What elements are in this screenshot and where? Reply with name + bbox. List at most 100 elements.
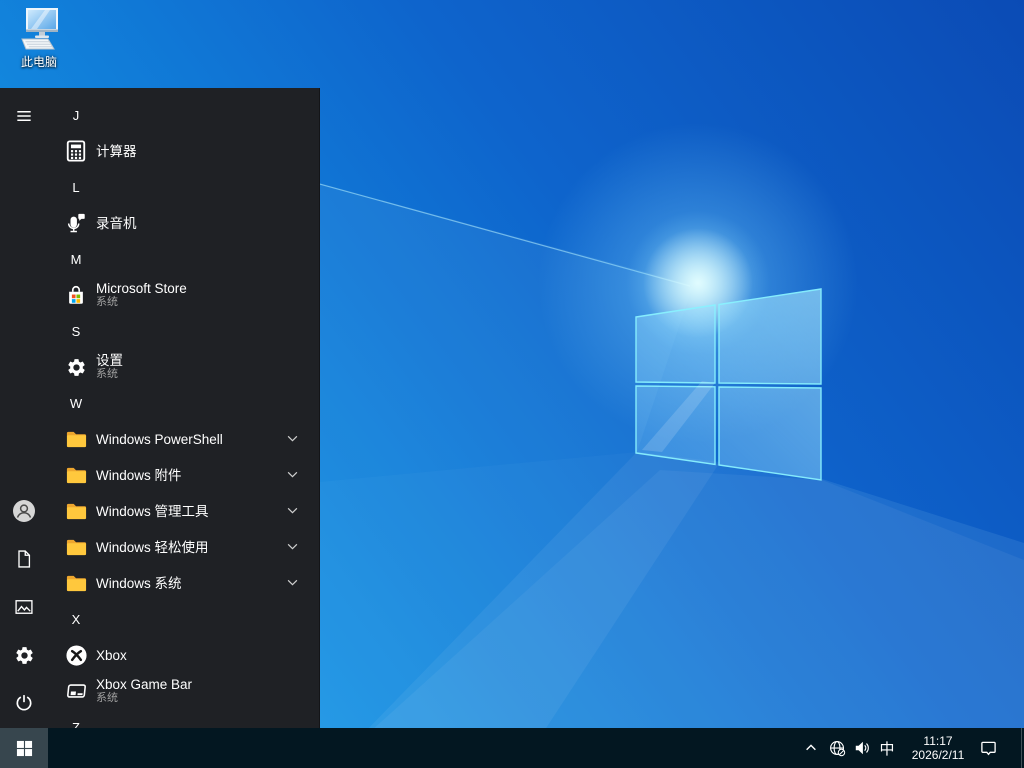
section-letter: L (72, 179, 80, 195)
section-letter: Z (72, 719, 80, 729)
app-section-header[interactable]: L (48, 169, 319, 205)
app-list-item[interactable]: Windows 附件 (48, 457, 319, 493)
app-item-label: 设置 (96, 353, 123, 368)
user-icon (12, 499, 36, 523)
app-list-item[interactable]: Xbox (48, 637, 319, 673)
microphone-icon (64, 211, 88, 235)
show-desktop-button[interactable] (1000, 728, 1022, 768)
rail-power-button[interactable] (0, 679, 48, 727)
app-item-text: Windows 系统 (96, 576, 182, 591)
chevron-down-icon[interactable] (287, 507, 299, 515)
start-menu: J 计算器 L 录音机 M Microsoft Store 系统 S 设置 系统 W Windows … (0, 88, 320, 728)
folder-icon (64, 427, 88, 451)
gear-icon (14, 645, 35, 666)
power-icon (14, 693, 34, 713)
desktop-icon-this-pc[interactable]: 此电脑 (10, 6, 68, 69)
ime-indicator[interactable]: 中 (874, 728, 900, 768)
app-item-text: Windows 管理工具 (96, 504, 209, 519)
app-item-label: Windows 轻松使用 (96, 539, 209, 555)
store-icon (64, 283, 88, 307)
chevron-down-icon[interactable] (287, 579, 299, 587)
xbox-icon (64, 643, 88, 667)
tray-overflow-button[interactable] (798, 728, 824, 768)
app-item-label: Windows 管理工具 (96, 503, 209, 519)
speaker-icon (855, 741, 869, 755)
network-status-button[interactable] (824, 728, 850, 768)
section-letter: J (72, 107, 80, 123)
folder-icon (64, 571, 88, 595)
rail-pictures-button[interactable] (0, 583, 48, 631)
app-item-text: Windows 轻松使用 (96, 540, 209, 555)
desktop: 此电脑 J 计算器 L 录音机 M Microsoft Store 系统 S 设置 系统 W Wind… (0, 0, 1024, 768)
app-item-label: Microsoft Store (96, 281, 187, 296)
app-section-header[interactable]: Z (48, 709, 319, 729)
start-menu-rail (0, 88, 48, 728)
clock-time: 11:17 (923, 733, 953, 748)
start-menu-app-list: J 计算器 L 录音机 M Microsoft Store 系统 S 设置 系统 W Windows … (48, 88, 319, 728)
app-item-sublabel: 系统 (96, 296, 118, 308)
app-list-item[interactable]: Windows 轻松使用 (48, 529, 319, 565)
app-item-text: 录音机 (96, 216, 137, 231)
app-item-label: Xbox (96, 647, 127, 663)
hamburger-icon (14, 106, 34, 126)
app-section-header[interactable]: S (48, 313, 319, 349)
section-letter: X (71, 611, 81, 627)
app-list-item[interactable]: 设置 系统 (48, 349, 319, 385)
rail-menu-button[interactable] (0, 92, 48, 140)
app-section-header[interactable]: J (48, 97, 319, 133)
clock[interactable]: 11:17 2026/2/11 (900, 728, 976, 768)
app-item-text: Windows PowerShell (96, 432, 223, 447)
folder-icon (64, 535, 88, 559)
app-item-label: Windows 系统 (96, 575, 182, 591)
gear-icon (64, 355, 88, 379)
app-item-text: Windows 附件 (96, 468, 182, 483)
app-item-text: 设置 系统 (96, 353, 123, 381)
chevron-down-icon[interactable] (287, 471, 299, 479)
app-section-header[interactable]: W (48, 385, 319, 421)
this-pc-icon (21, 8, 58, 50)
app-list-item[interactable]: 录音机 (48, 205, 319, 241)
app-section-header[interactable]: M (48, 241, 319, 277)
app-item-label: Xbox Game Bar (96, 677, 193, 692)
pictures-icon (14, 597, 34, 617)
app-list-item[interactable]: Windows 系统 (48, 565, 319, 601)
start-button[interactable] (0, 728, 48, 768)
chevron-down-icon[interactable] (287, 543, 299, 551)
action-center-button[interactable] (976, 728, 1000, 768)
app-item-text: Xbox (96, 648, 127, 663)
action-center-icon (980, 741, 996, 755)
app-item-text: Xbox Game Bar 系统 (96, 677, 192, 705)
app-list-item[interactable]: Windows 管理工具 (48, 493, 319, 529)
folder-icon (64, 499, 88, 523)
app-list-item[interactable]: Microsoft Store 系统 (48, 277, 319, 313)
desktop-icon-label: 此电脑 (20, 55, 57, 69)
section-letter: W (69, 395, 83, 411)
gamebar-icon (64, 679, 88, 703)
app-item-sublabel: 系统 (96, 692, 118, 704)
calculator-icon (64, 139, 88, 163)
app-item-text: 计算器 (96, 144, 137, 159)
windows-logo-icon (16, 740, 32, 756)
app-item-text: Microsoft Store 系统 (96, 281, 187, 309)
document-icon (14, 549, 34, 569)
rail-user-button[interactable] (0, 487, 48, 535)
app-item-label: Windows PowerShell (96, 431, 223, 447)
folder-icon (64, 463, 88, 487)
chevron-up-icon (806, 744, 816, 751)
chevron-down-icon[interactable] (287, 435, 299, 443)
system-tray: 中 11:17 2026/2/11 (798, 728, 1024, 768)
app-list-item[interactable]: Windows PowerShell (48, 421, 319, 457)
app-item-label: 计算器 (96, 143, 137, 159)
taskbar: 中 11:17 2026/2/11 (0, 728, 1024, 768)
section-letter: S (71, 323, 81, 339)
volume-button[interactable] (850, 728, 874, 768)
section-letter: M (70, 251, 82, 267)
app-section-header[interactable]: X (48, 601, 319, 637)
app-item-label: Windows 附件 (96, 467, 182, 483)
rail-settings-button[interactable] (0, 631, 48, 679)
rail-documents-button[interactable] (0, 535, 48, 583)
app-item-label: 录音机 (96, 215, 137, 231)
app-list-item[interactable]: Xbox Game Bar 系统 (48, 673, 319, 709)
app-list-item[interactable]: 计算器 (48, 133, 319, 169)
app-item-sublabel: 系统 (96, 368, 118, 380)
